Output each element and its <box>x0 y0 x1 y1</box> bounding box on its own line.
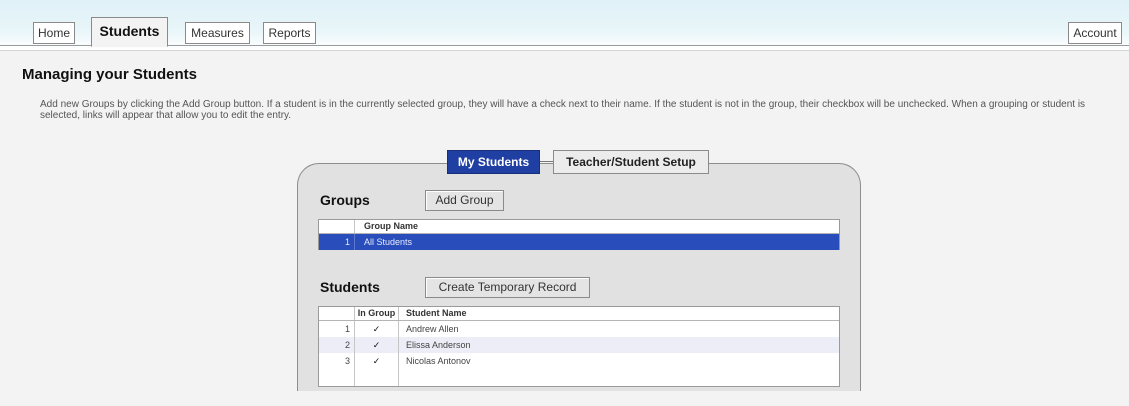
page-title: Managing your Students <box>22 66 198 83</box>
tab-teacher-student-setup[interactable]: Teacher/Student Setup <box>553 150 709 174</box>
groups-table-header: Group Name <box>319 220 839 234</box>
groups-table: Group Name 1 All Students <box>318 219 840 250</box>
group-name-header: Group Name <box>364 221 419 231</box>
students-table: In Group Student Name 1 ✓ Andrew Allen 2… <box>318 306 840 387</box>
group-row[interactable]: 1 All Students <box>319 234 839 250</box>
tab-divider <box>540 161 553 162</box>
student-row-number: 3 <box>319 353 355 369</box>
student-row-number: 2 <box>319 337 355 353</box>
page-intro-text: Add new Groups by clicking the Add Group… <box>40 99 1086 121</box>
student-name-header: Student Name <box>406 308 467 318</box>
add-group-button[interactable]: Add Group <box>425 190 504 211</box>
student-name: Nicolas Antonov <box>406 356 471 366</box>
checkmark-icon: ✓ <box>372 324 381 334</box>
student-row[interactable]: 3 ✓ Nicolas Antonov <box>319 353 839 369</box>
tab-home[interactable]: Home <box>33 22 75 44</box>
tab-reports[interactable]: Reports <box>263 22 316 44</box>
tab-students[interactable]: Students <box>91 17 168 47</box>
in-group-header: In Group <box>355 307 399 320</box>
checkmark-icon: ✓ <box>372 340 381 350</box>
row-number-header <box>319 220 355 233</box>
group-row-name: All Students <box>364 237 413 247</box>
student-row[interactable]: 1 ✓ Andrew Allen <box>319 321 839 337</box>
tab-my-students[interactable]: My Students <box>447 150 540 174</box>
tab-measures[interactable]: Measures <box>185 22 250 44</box>
students-heading: Students <box>320 279 380 295</box>
in-group-checkbox[interactable]: ✓ <box>355 321 399 337</box>
empty-row-area <box>319 369 839 386</box>
row-number-header <box>319 307 355 320</box>
student-row[interactable]: 2 ✓ Elissa Anderson <box>319 337 839 353</box>
create-temporary-record-button[interactable]: Create Temporary Record <box>425 277 590 298</box>
student-name: Elissa Anderson <box>406 340 471 350</box>
row-number-spacer <box>319 369 355 386</box>
groups-heading: Groups <box>320 192 370 208</box>
in-group-checkbox[interactable]: ✓ <box>355 353 399 369</box>
checkmark-icon: ✓ <box>372 356 381 366</box>
tab-account[interactable]: Account <box>1068 22 1122 44</box>
group-row-number: 1 <box>319 234 355 250</box>
top-navigation-bar <box>0 0 1129 51</box>
student-row-number: 1 <box>319 321 355 337</box>
in-group-spacer <box>355 369 399 386</box>
in-group-checkbox[interactable]: ✓ <box>355 337 399 353</box>
student-name: Andrew Allen <box>406 324 459 334</box>
students-table-header: In Group Student Name <box>319 307 839 321</box>
